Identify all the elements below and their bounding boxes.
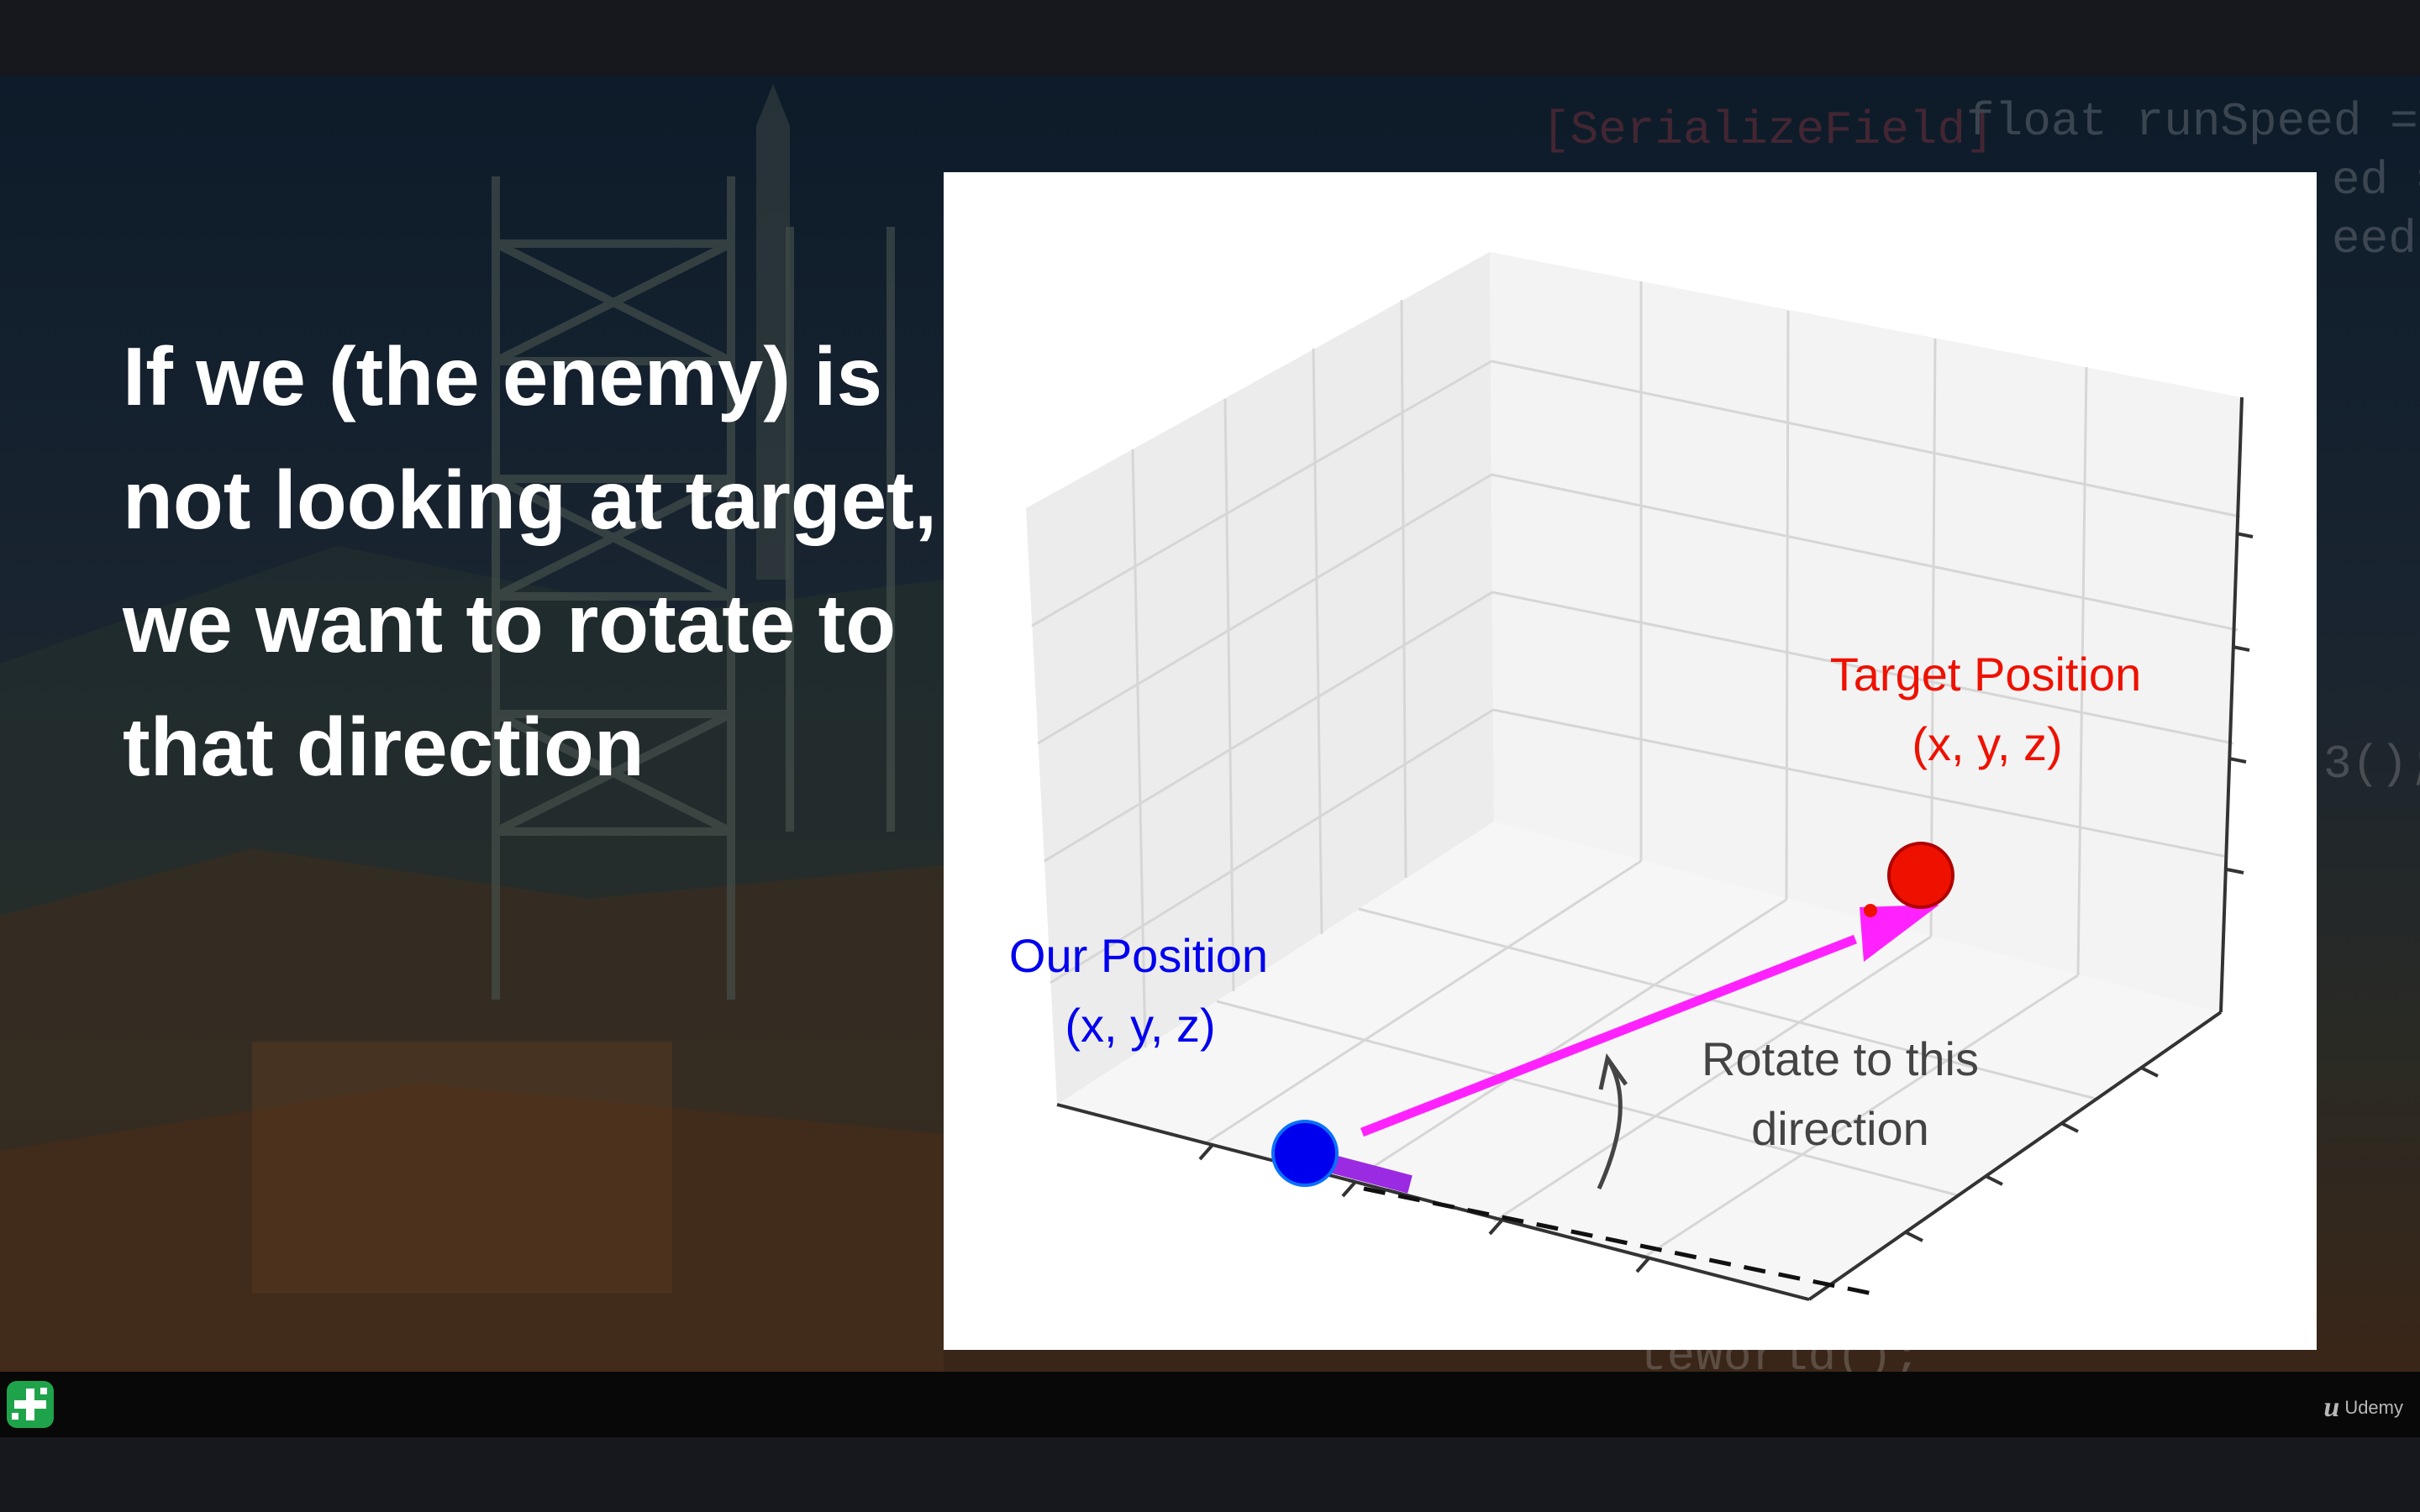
target-position-label: Target Position [1830,648,2141,701]
rotate-label-line1: Rotate to this [1702,1032,1979,1085]
3d-diagram: Our Position (x, y, z) Target Position (… [1009,252,2254,1301]
target-position-dot [1887,842,1954,909]
our-position-coords: (x, y, z) [1065,999,1215,1052]
arrow-tip-dot [1864,904,1877,917]
udemy-logo-icon: u [2323,1392,2340,1423]
udemy-brand-text: Udemy [2344,1397,2403,1418]
code-line-3: eed [2332,213,2417,266]
code-line-4: 3(); [2323,738,2420,791]
our-position-dot [1271,1120,1339,1187]
target-position-coords: (x, y, z) [1912,717,2062,770]
top-bar [0,0,2420,76]
code-line-keyword: [SerializeField] [1542,103,1994,157]
slide-heading: If we (the enemy) is not looking at targ… [123,330,938,793]
add-extension-button[interactable] [7,1381,54,1428]
plus-icon [12,1388,47,1420]
our-position-label: Our Position [1009,929,1268,982]
footer-strip [0,1437,2420,1512]
code-line-2: ed = [2332,154,2420,207]
player-bottom-bar [0,1372,2420,1437]
diagram-panel: Our Position (x, y, z) Target Position (… [944,172,2317,1350]
code-line-1: float runSpeed = [1966,95,2418,149]
udemy-brand: u Udemy [2323,1392,2403,1424]
slide: [SerializeField] float runSpeed = ed = e… [0,76,2420,1372]
rotate-label-line2: direction [1751,1102,1929,1155]
